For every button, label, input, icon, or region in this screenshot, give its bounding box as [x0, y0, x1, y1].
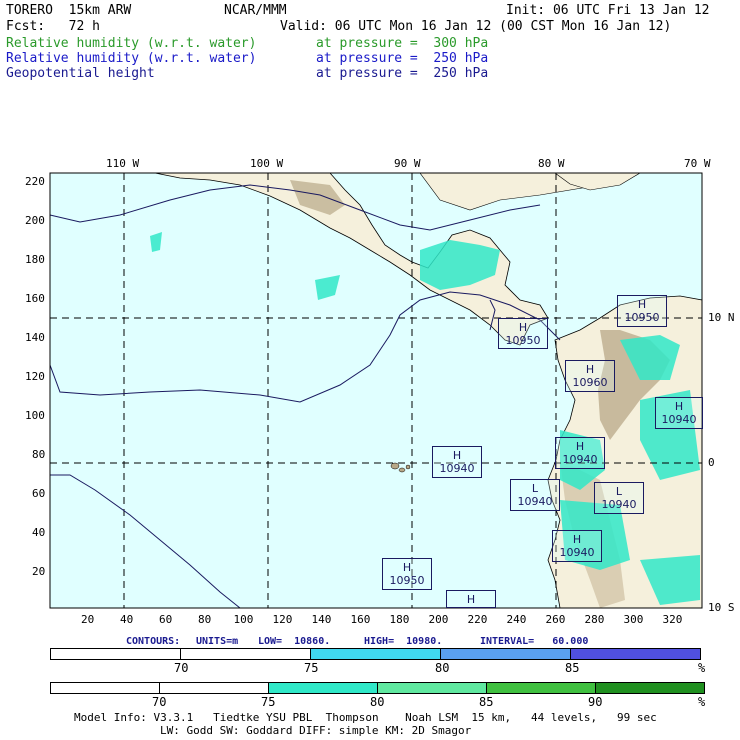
bottom-x-label: 100	[233, 613, 254, 626]
model-info-line1: Model Info: V3.3.1 Tiedtke YSU PBL Thomp…	[74, 711, 657, 724]
center-value: 10940	[601, 498, 637, 511]
colorbar-swatch	[268, 682, 378, 694]
center-value: 10940	[439, 462, 475, 475]
contour-units: UNITS=m	[196, 636, 239, 647]
colorbar-label: 75	[261, 695, 276, 709]
center-letter: H	[402, 561, 412, 574]
colorbar-label: 80	[435, 661, 450, 675]
colorbar-label: 70	[152, 695, 167, 709]
contour-high: HIGH= 10980.	[364, 636, 443, 647]
bottom-x-label: 80	[198, 613, 212, 626]
colorbar-swatch	[50, 682, 160, 694]
high-center: H 10940	[552, 530, 602, 562]
colorbar-label: 80	[370, 695, 385, 709]
center-value: 10960	[572, 376, 608, 389]
high-center: H 10960	[565, 360, 615, 392]
high-center: H	[446, 590, 496, 608]
right-lat-label: 10 N	[708, 311, 735, 324]
left-y-label: 180	[25, 253, 45, 266]
colorbar-swatch	[310, 648, 441, 660]
top-lon-label: 80 W	[538, 157, 565, 170]
bottom-x-label: 60	[159, 613, 173, 626]
model-info-line2: LW: Godd SW: Goddard DIFF: simple KM: 2D…	[160, 724, 472, 737]
top-lon-label: 90 W	[394, 157, 421, 170]
center-value: 10940	[661, 413, 697, 426]
low-center: L 10940	[510, 479, 560, 511]
center-value: 10950	[389, 574, 425, 587]
colorbar-label: 85	[479, 695, 494, 709]
colorbar-label: 75	[304, 661, 319, 675]
bottom-x-label: 260	[545, 613, 566, 626]
right-lat-label: 10 S	[708, 601, 735, 614]
left-y-label: 100	[25, 409, 45, 422]
colorbar-swatch	[50, 648, 181, 660]
colorbar-label: %	[698, 695, 706, 709]
colorbar-swatch	[159, 682, 269, 694]
colorbar-swatch	[570, 648, 701, 660]
high-center: H 10950	[382, 558, 432, 590]
bottom-x-label: 40	[120, 613, 134, 626]
left-y-label: 120	[25, 370, 45, 383]
bottom-x-label: 20	[81, 613, 95, 626]
contours-label: CONTOURS:	[126, 636, 181, 647]
center-value: 10950	[505, 334, 541, 347]
high-center: H 10940	[555, 437, 605, 469]
colorbar-swatch	[377, 682, 487, 694]
high-center: H 10940	[655, 397, 703, 429]
center-value: 10940	[562, 453, 598, 466]
bottom-x-label: 300	[623, 613, 644, 626]
center-letter: H	[518, 321, 528, 334]
weather-map	[49, 172, 703, 609]
bottom-x-label: 240	[506, 613, 527, 626]
center-value: 10940	[559, 546, 595, 559]
left-y-label: 220	[25, 175, 45, 188]
low-center: L 10940	[594, 482, 644, 514]
center-letter: H	[466, 593, 476, 606]
bottom-x-label: 280	[584, 613, 605, 626]
bottom-x-label: 180	[389, 613, 410, 626]
left-y-label: 40	[32, 526, 46, 539]
left-y-label: 60	[32, 487, 46, 500]
colorbar-label: 90	[588, 695, 603, 709]
top-lon-label: 70 W	[684, 157, 711, 170]
colorbar-label: %	[698, 661, 706, 675]
bottom-x-label: 140	[311, 613, 332, 626]
high-center: H 10950	[498, 318, 548, 349]
center-letter: H	[637, 298, 647, 311]
left-y-label: 200	[25, 214, 45, 227]
center-letter: H	[585, 363, 595, 376]
colorbar-swatch	[595, 682, 705, 694]
colorbar-label: 85	[565, 661, 580, 675]
bottom-x-label: 160	[350, 613, 371, 626]
colorbar-label: 70	[174, 661, 189, 675]
high-center: H 10940	[432, 446, 482, 478]
top-lon-label: 100 W	[250, 157, 284, 170]
bottom-x-label: 120	[272, 613, 293, 626]
contour-low: LOW= 10860.	[258, 636, 331, 647]
center-value: 10950	[624, 311, 660, 324]
right-lat-label: 0	[708, 456, 715, 469]
top-lon-label: 110 W	[106, 157, 140, 170]
colorbar-swatch	[180, 648, 311, 660]
contour-interval: INTERVAL= 60.000	[480, 636, 589, 647]
center-letter: H	[575, 440, 585, 453]
center-letter: H	[674, 400, 684, 413]
left-y-label: 160	[25, 292, 45, 305]
center-letter: H	[452, 449, 462, 462]
high-center: H 10950	[617, 295, 667, 327]
left-y-label: 80	[32, 448, 46, 461]
left-y-label: 20	[32, 565, 46, 578]
colorbar-swatch	[440, 648, 571, 660]
center-value: 10940	[517, 495, 553, 508]
left-y-label: 140	[25, 331, 45, 344]
bottom-x-label: 220	[467, 613, 488, 626]
bottom-x-label: 200	[428, 613, 449, 626]
center-letter: L	[615, 485, 623, 498]
center-letter: L	[531, 482, 539, 495]
bottom-x-label: 320	[662, 613, 683, 626]
center-letter: H	[572, 533, 582, 546]
colorbar-swatch	[486, 682, 596, 694]
